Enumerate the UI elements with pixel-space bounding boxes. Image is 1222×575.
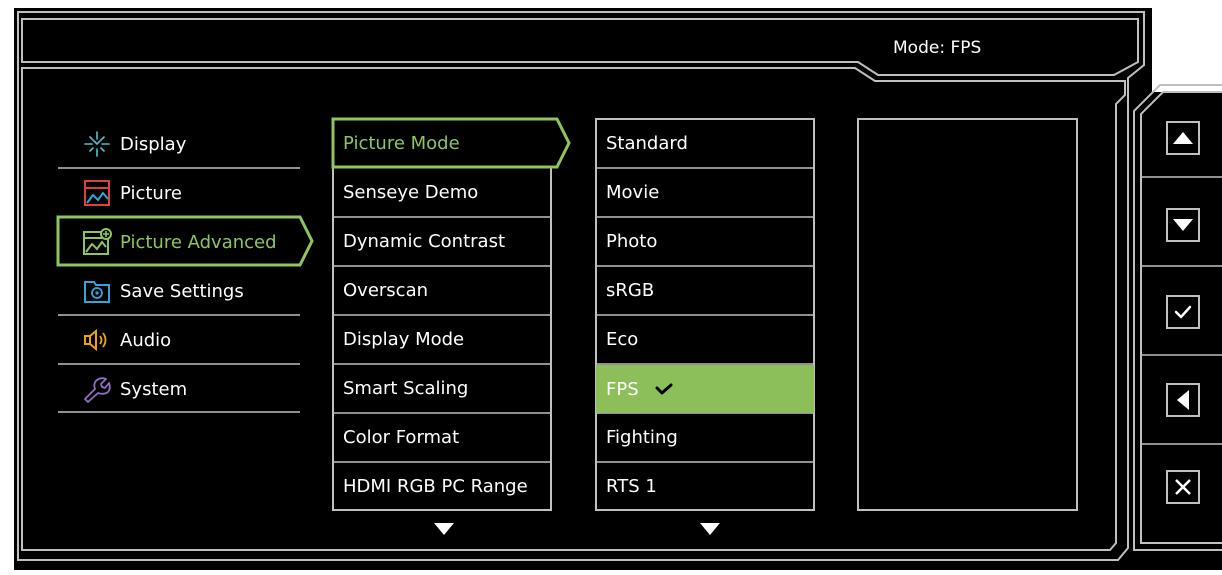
picture-advanced-icon (80, 225, 114, 259)
options-scroll-down-arrow-icon[interactable] (698, 521, 722, 537)
category-label: Picture (120, 182, 182, 204)
category-save-settings[interactable]: Save Settings (58, 267, 301, 315)
triangle-down-icon (1173, 219, 1193, 231)
confirm-button[interactable] (1166, 295, 1200, 329)
category-label: Picture Advanced (120, 231, 277, 253)
audio-icon (80, 323, 114, 357)
option-label: sRGB (606, 280, 655, 301)
option-label: Fighting (606, 427, 678, 448)
submenu-senseye-demo[interactable]: Senseye Demo (333, 168, 551, 217)
submenu-smart-scaling[interactable]: Smart Scaling (333, 364, 551, 413)
option-photo[interactable]: Photo (596, 217, 814, 266)
option-label: Eco (606, 329, 639, 350)
submenu-picture-mode[interactable]: Picture Mode (333, 119, 551, 168)
save-settings-icon (80, 274, 114, 308)
option-label: RTS 1 (606, 476, 657, 497)
submenu-label: Display Mode (343, 329, 465, 350)
osd-menu: Mode: FPS Display Picture Picture Advanc… (0, 0, 1222, 575)
option-fighting[interactable]: Fighting (596, 413, 814, 462)
submenu-label: Picture Mode (343, 133, 460, 154)
submenu-label: Senseye Demo (343, 182, 479, 203)
submenu-label: HDMI RGB PC Range (343, 476, 528, 497)
option-fps[interactable]: FPS (596, 365, 814, 413)
option-label: Movie (606, 182, 660, 203)
up-button[interactable] (1166, 121, 1200, 155)
triangle-left-icon (1177, 390, 1189, 410)
category-audio[interactable]: Audio (58, 316, 301, 364)
picture-icon (80, 176, 114, 210)
submenu-label: Color Format (343, 427, 460, 448)
category-picture[interactable]: Picture (58, 169, 301, 217)
triangle-up-icon (1173, 132, 1193, 144)
submenu-hdmi-rgb-pc-range[interactable]: HDMI RGB PC Range (333, 462, 551, 511)
option-label: FPS (606, 378, 639, 400)
option-srgb[interactable]: sRGB (596, 266, 814, 315)
back-button[interactable] (1166, 383, 1200, 417)
option-label: Standard (606, 133, 688, 154)
submenu-color-format[interactable]: Color Format (333, 413, 551, 462)
submenu-label: Dynamic Contrast (343, 231, 506, 252)
submenu-display-mode[interactable]: Display Mode (333, 315, 551, 364)
category-system[interactable]: System (58, 365, 301, 413)
category-label: System (120, 378, 188, 400)
category-picture-advanced[interactable]: Picture Advanced (58, 218, 301, 266)
mode-label: Mode: FPS (893, 38, 982, 58)
submenu-label: Overscan (343, 280, 429, 301)
submenu-overscan[interactable]: Overscan (333, 266, 551, 315)
category-label: Save Settings (120, 280, 244, 302)
option-movie[interactable]: Movie (596, 168, 814, 217)
close-icon (1175, 479, 1191, 495)
checkmark-icon (1174, 305, 1192, 319)
system-icon (80, 372, 114, 406)
submenu-dynamic-contrast[interactable]: Dynamic Contrast (333, 217, 551, 266)
submenu-label: Smart Scaling (343, 378, 469, 399)
display-icon (80, 127, 114, 161)
category-display[interactable]: Display (58, 120, 301, 168)
option-rts-1[interactable]: RTS 1 (596, 462, 814, 511)
option-eco[interactable]: Eco (596, 315, 814, 364)
close-button[interactable] (1166, 470, 1200, 504)
option-standard[interactable]: Standard (596, 119, 814, 168)
submenu-scroll-down-arrow-icon[interactable] (432, 521, 456, 537)
option-label: Photo (606, 231, 658, 252)
category-label: Display (120, 133, 187, 155)
category-label: Audio (120, 329, 172, 351)
checkmark-icon (655, 382, 673, 396)
down-button[interactable] (1166, 208, 1200, 242)
